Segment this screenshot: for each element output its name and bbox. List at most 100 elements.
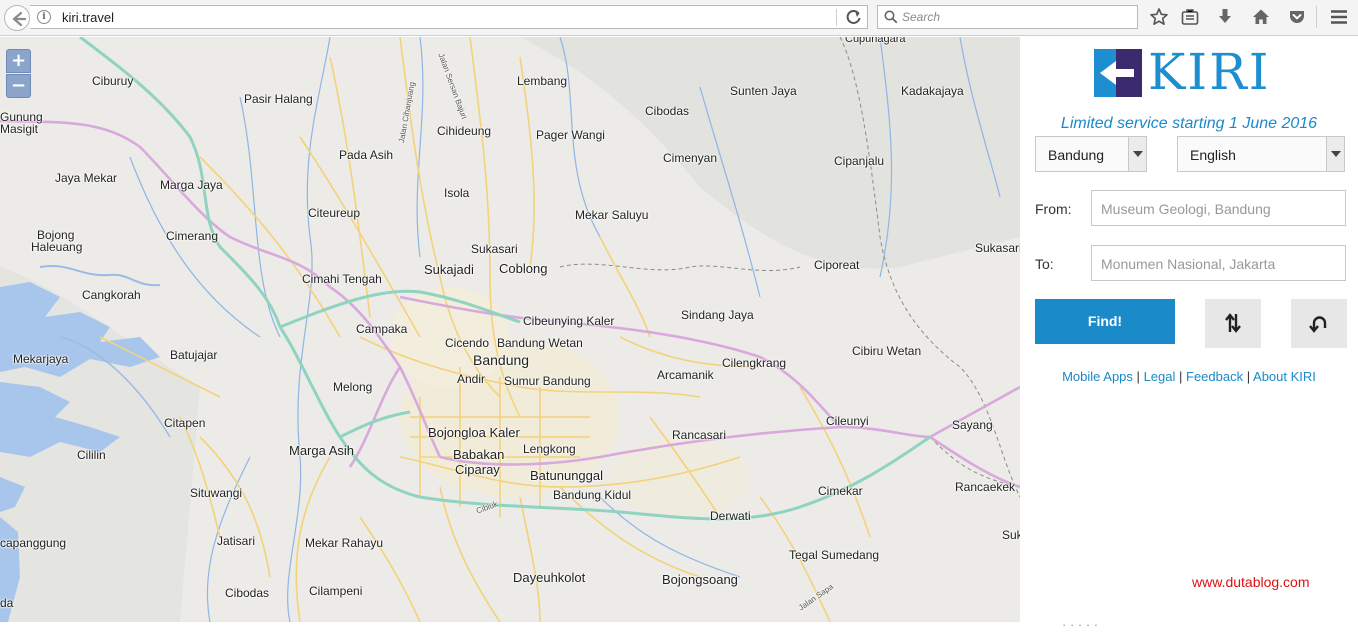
map-label: Sayang	[952, 418, 993, 432]
map-label: Cupunagara	[845, 37, 906, 45]
map-label: Sukasari	[975, 241, 1020, 255]
find-button[interactable]: Find!	[1035, 299, 1175, 344]
map-label: Pasir Halang	[244, 92, 313, 106]
map-label: Situwangi	[190, 486, 243, 500]
language-select[interactable]: English	[1177, 136, 1345, 172]
feedback-link[interactable]: Feedback	[1186, 369, 1243, 384]
undo-icon	[1309, 316, 1327, 333]
map-label: Cileunyi	[826, 414, 869, 428]
map-label: Cibiru Wetan	[852, 344, 922, 358]
language-select-value: English	[1190, 147, 1236, 163]
browser-toolbar: i kiri.travel Search	[0, 0, 1358, 36]
map-label: Ciburuy	[92, 74, 134, 88]
map-label: Coblong	[499, 261, 548, 276]
reload-icon[interactable]	[844, 8, 864, 26]
map-label: Masigit	[0, 122, 39, 136]
city-select[interactable]: Bandung	[1035, 136, 1147, 172]
zoom-out-button[interactable]: −	[6, 74, 31, 98]
map-label: Dayeuhkolot	[513, 570, 586, 585]
map-label: Mekarjaya	[13, 352, 69, 366]
map-label: Bandung	[473, 352, 530, 368]
chevron-down-icon	[1326, 137, 1344, 171]
link-separator: |	[1179, 369, 1183, 384]
map-label: Sunten Jaya	[730, 84, 797, 98]
map-label: Sukasari	[471, 242, 518, 256]
footer-links: Mobile Apps | Legal | Feedback | About K…	[1020, 369, 1358, 384]
to-input[interactable]: Monumen Nasional, Jakarta	[1091, 245, 1346, 281]
map-label: Cibodas	[225, 586, 270, 600]
map-label: Pada Asih	[339, 148, 394, 162]
from-input[interactable]: Museum Geologi, Bandung	[1091, 190, 1346, 226]
back-arrow-icon	[12, 11, 27, 27]
from-label: From:	[1035, 201, 1072, 217]
search-icon	[884, 10, 898, 24]
map-label: Sukajadi	[424, 262, 474, 277]
search-placeholder: Search	[902, 10, 941, 24]
map-background[interactable]	[0, 37, 1020, 622]
map-label: Lembang	[517, 74, 568, 88]
legal-link[interactable]: Legal	[1144, 369, 1176, 384]
map-label: Cicendo	[445, 336, 490, 350]
map-label: Bandung Kidul	[553, 488, 632, 502]
city-select-value: Bandung	[1048, 147, 1105, 163]
to-label: To:	[1035, 256, 1054, 272]
map-label: Cibeunying Kaler	[523, 314, 615, 328]
pocket-icon[interactable]	[1287, 7, 1307, 27]
reading-list-icon[interactable]	[1180, 7, 1200, 27]
bookmark-star-icon[interactable]	[1149, 7, 1169, 27]
map[interactable]: + − Cupunagara Ciburuy Lembang Sunten Ja…	[0, 37, 1020, 622]
reset-button[interactable]	[1291, 299, 1347, 348]
about-kiri-link[interactable]: About KIRI	[1253, 369, 1316, 384]
search-bar[interactable]: Search	[877, 5, 1138, 29]
site-info-icon[interactable]: i	[37, 10, 51, 24]
map-label: Cangkorah	[82, 288, 141, 302]
map-label: Cimenyan	[663, 151, 718, 165]
map-label: Ciporeat	[814, 258, 860, 272]
map-label: Cipanjalu	[834, 154, 885, 168]
map-label: Cilampeni	[309, 584, 363, 598]
map-label: Babakan	[453, 447, 505, 462]
map-label: Mekar Saluyu	[575, 208, 649, 222]
map-label: Cililin	[77, 448, 106, 462]
map-label: Lengkong	[523, 442, 576, 456]
map-label: Batununggal	[530, 468, 604, 483]
map-label: Cilengkrang	[722, 356, 787, 370]
link-separator: |	[1246, 369, 1251, 384]
map-label: Jaya Mekar	[55, 171, 118, 185]
map-label: Bandung Wetan	[497, 336, 583, 350]
map-label: Bojongsoang	[662, 572, 738, 587]
map-label: Cihideung	[437, 124, 492, 138]
map-label: Marga Asih	[289, 443, 355, 458]
map-label: Campaka	[356, 322, 408, 336]
service-tagline: Limited service starting 1 June 2016	[1060, 115, 1318, 132]
watermark: www.dutablog.com	[1192, 574, 1310, 590]
back-button[interactable]	[4, 5, 30, 31]
mobile-apps-link[interactable]: Mobile Apps	[1062, 369, 1133, 384]
menu-hamburger-icon[interactable]	[1329, 7, 1349, 27]
map-label: Ciparay	[455, 462, 500, 477]
map-label: Rancaekek	[955, 480, 1016, 494]
map-label: Jatisari	[217, 534, 256, 548]
download-icon[interactable]	[1215, 7, 1235, 27]
url-text[interactable]: kiri.travel	[62, 10, 114, 25]
kiri-logo-mark-icon	[1094, 49, 1142, 97]
zoom-in-button[interactable]: +	[6, 49, 31, 73]
map-label: Derwati	[710, 509, 751, 523]
map-label: Mekar Rahayu	[305, 536, 384, 550]
map-label: Cimahi Tengah	[302, 272, 382, 286]
map-label: Cimekar	[818, 484, 863, 498]
url-bar[interactable]: i kiri.travel	[30, 5, 868, 29]
toolbar-divider	[1316, 6, 1317, 28]
swap-button[interactable]	[1205, 299, 1261, 348]
map-label: Haleuang	[31, 240, 83, 254]
map-label: Tegal Sumedang	[789, 548, 880, 562]
map-label: Rancasari	[672, 428, 727, 442]
map-label: da	[0, 596, 14, 610]
map-label: Andir	[457, 372, 486, 386]
map-label: Cimerang	[166, 229, 219, 243]
map-label: Citeureup	[308, 206, 361, 220]
map-label: Citapen	[164, 416, 206, 430]
map-label: capanggung	[0, 536, 67, 550]
swap-arrows-icon	[1225, 313, 1241, 333]
home-icon[interactable]	[1251, 7, 1271, 27]
